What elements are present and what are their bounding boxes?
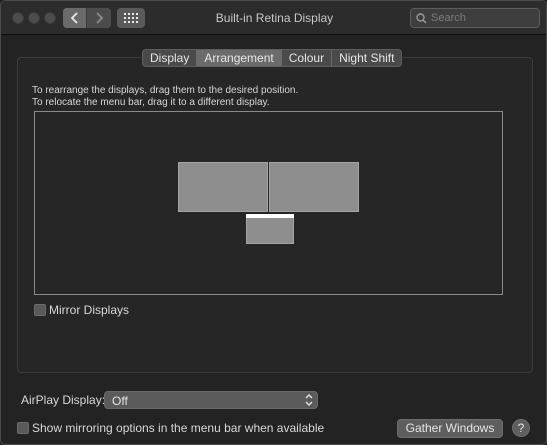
navigation-buttons [63,8,111,28]
tab-night-shift[interactable]: Night Shift [332,50,401,66]
menu-bar-instruction: To relocate the menu bar, drag it to a d… [32,97,270,108]
tab-display[interactable]: Display [143,50,198,66]
show-all-button[interactable] [117,8,145,28]
tab-colour[interactable]: Colour [282,50,333,66]
display-built-in[interactable] [246,215,294,244]
title-bar: Built-in Retina Display Search [1,1,546,35]
search-placeholder: Search [431,12,466,24]
minimize-window-icon[interactable] [28,12,40,24]
mirror-displays-checkbox[interactable] [34,304,46,316]
chevron-right-icon [96,12,104,24]
close-window-icon[interactable] [12,12,24,24]
show-mirroring-options-checkbox[interactable] [17,422,29,434]
system-preferences-window: Built-in Retina Display Search Display A… [0,0,547,445]
chevron-up-down-icon [305,394,313,406]
display-left[interactable] [178,162,268,212]
display-right[interactable] [269,162,359,212]
tab-bar: Display Arrangement Colour Night Shift [142,49,403,67]
search-icon [416,12,427,23]
forward-button[interactable] [87,8,111,28]
chevron-left-icon [70,12,78,24]
help-button[interactable]: ? [512,419,530,437]
tab-arrangement[interactable]: Arrangement [197,50,282,66]
grid-dots-icon [124,13,138,23]
search-field[interactable]: Search [410,8,540,28]
menu-bar-handle[interactable] [246,214,294,218]
zoom-window-icon[interactable] [44,12,56,24]
airplay-display-popup[interactable]: Off [104,391,318,409]
gather-windows-button[interactable]: Gather Windows [397,419,503,438]
airplay-display-label: AirPlay Display: [21,393,106,407]
rearrange-instruction: To rearrange the displays, drag them to … [32,85,299,96]
back-button[interactable] [63,8,87,28]
display-arrangement-area [34,111,503,295]
mirror-displays-label: Mirror Displays [49,303,130,317]
show-mirroring-options-label: Show mirroring options in the menu bar w… [32,421,325,435]
airplay-display-value: Off [112,394,128,408]
